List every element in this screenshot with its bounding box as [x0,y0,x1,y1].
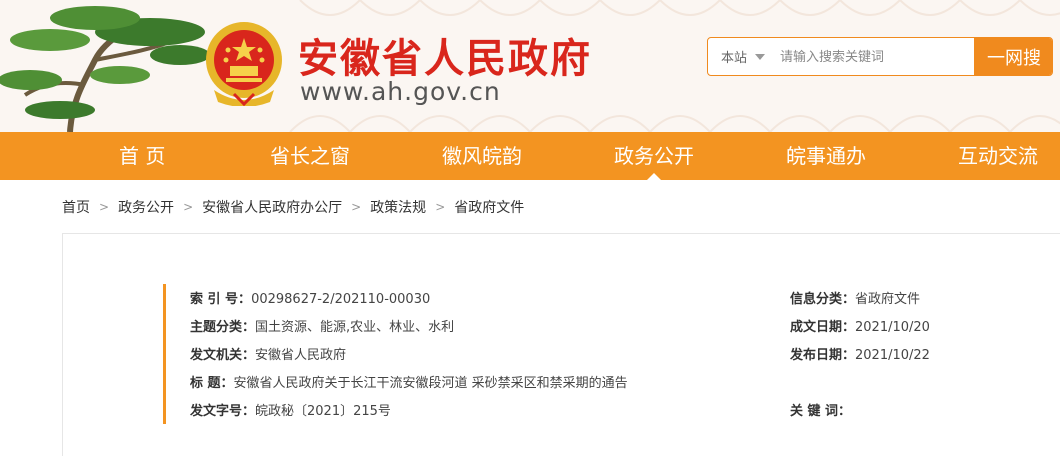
meta-published-row: 发布日期：2021/10/22 [790,344,930,364]
pine-tree-logo [0,6,210,132]
site-url: www.ah.gov.cn [300,77,501,106]
meta-published-value: 2021/10/22 [855,348,930,363]
nav-item-governor[interactable]: 省长之窗 [270,132,350,180]
meta-index-value: 00298627-2/202110-00030 [251,292,431,307]
breadcrumb-office[interactable]: 安徽省人民政府办公厅 [202,197,342,217]
breadcrumb-gov-affairs[interactable]: 政务公开 [118,197,174,217]
chevron-down-icon [755,53,765,60]
national-emblem-icon [206,22,282,106]
meta-docno-row: 发文字号：皖政秘〔2021〕215号 [190,400,391,420]
meta-issuer-value: 安徽省人民政府 [255,348,347,363]
nav-item-gov-affairs[interactable]: 政务公开 [614,132,694,180]
breadcrumb-provincial-docs[interactable]: 省政府文件 [454,197,524,217]
breadcrumb: 首页 > 政务公开 > 安徽省人民政府办公厅 > 政策法规 > 省政府文件 [62,197,524,217]
meta-keywords-row: 关 键 词： [790,400,851,420]
meta-category-label: 信息分类： [790,292,856,307]
meta-title-value: 安徽省人民政府关于长江干流安徽段河道 采砂禁采区和禁采期的通告 [233,376,628,391]
site-header: 安徽省人民政府 www.ah.gov.cn 本站 一网搜 [0,0,1060,132]
meta-title-label: 标 题： [190,376,234,391]
meta-title-row: 标 题：安徽省人民政府关于长江干流安徽段河道 采砂禁采区和禁采期的通告 [190,372,628,392]
meta-issuer-row: 发文机关：安徽省人民政府 [190,344,346,364]
meta-topic-label: 主题分类： [190,320,256,335]
meta-keywords-label: 关 键 词： [790,404,852,419]
site-title: 安徽省人民政府 [298,36,592,82]
meta-category-value: 省政府文件 [855,292,921,307]
nav-item-interaction[interactable]: 互动交流 [958,132,1038,180]
main-nav: 首 页 省长之窗 徽风皖韵 政务公开 皖事通办 互动交流 [0,132,1060,180]
meta-topic-row: 主题分类：国土资源、能源,农业、林业、水利 [190,316,454,336]
meta-docno-label: 发文字号： [190,404,256,419]
meta-topic-value: 国土资源、能源,农业、林业、水利 [255,320,455,335]
search-scope-label: 本站 [720,51,747,66]
nav-item-culture[interactable]: 徽风皖韵 [442,132,522,180]
chevron-right-icon: > [351,200,362,214]
search-scope-select[interactable]: 本站 [708,38,778,75]
meta-created-row: 成文日期：2021/10/20 [790,316,930,336]
search-box: 本站 一网搜 [707,37,1053,76]
breadcrumb-policies[interactable]: 政策法规 [370,197,426,217]
chevron-right-icon: > [435,200,446,214]
meta-created-value: 2021/10/20 [855,320,930,335]
chevron-right-icon: > [183,200,194,214]
meta-docno-value: 皖政秘〔2021〕215号 [255,404,391,419]
search-input[interactable] [780,44,970,70]
breadcrumb-home[interactable]: 首页 [62,197,90,217]
meta-published-label: 发布日期： [790,348,856,363]
document-metadata: 索 引 号：00298627-2/202110-00030 主题分类：国土资源、… [163,284,1060,424]
meta-issuer-label: 发文机关： [190,348,256,363]
meta-index-row: 索 引 号：00298627-2/202110-00030 [190,288,430,308]
chevron-right-icon: > [99,200,110,214]
meta-index-label: 索 引 号： [190,292,252,307]
nav-item-home[interactable]: 首 页 [119,132,165,180]
nav-item-services[interactable]: 皖事通办 [786,132,866,180]
meta-category-row: 信息分类：省政府文件 [790,288,920,308]
meta-created-label: 成文日期： [790,320,856,335]
search-button[interactable]: 一网搜 [974,38,1052,75]
